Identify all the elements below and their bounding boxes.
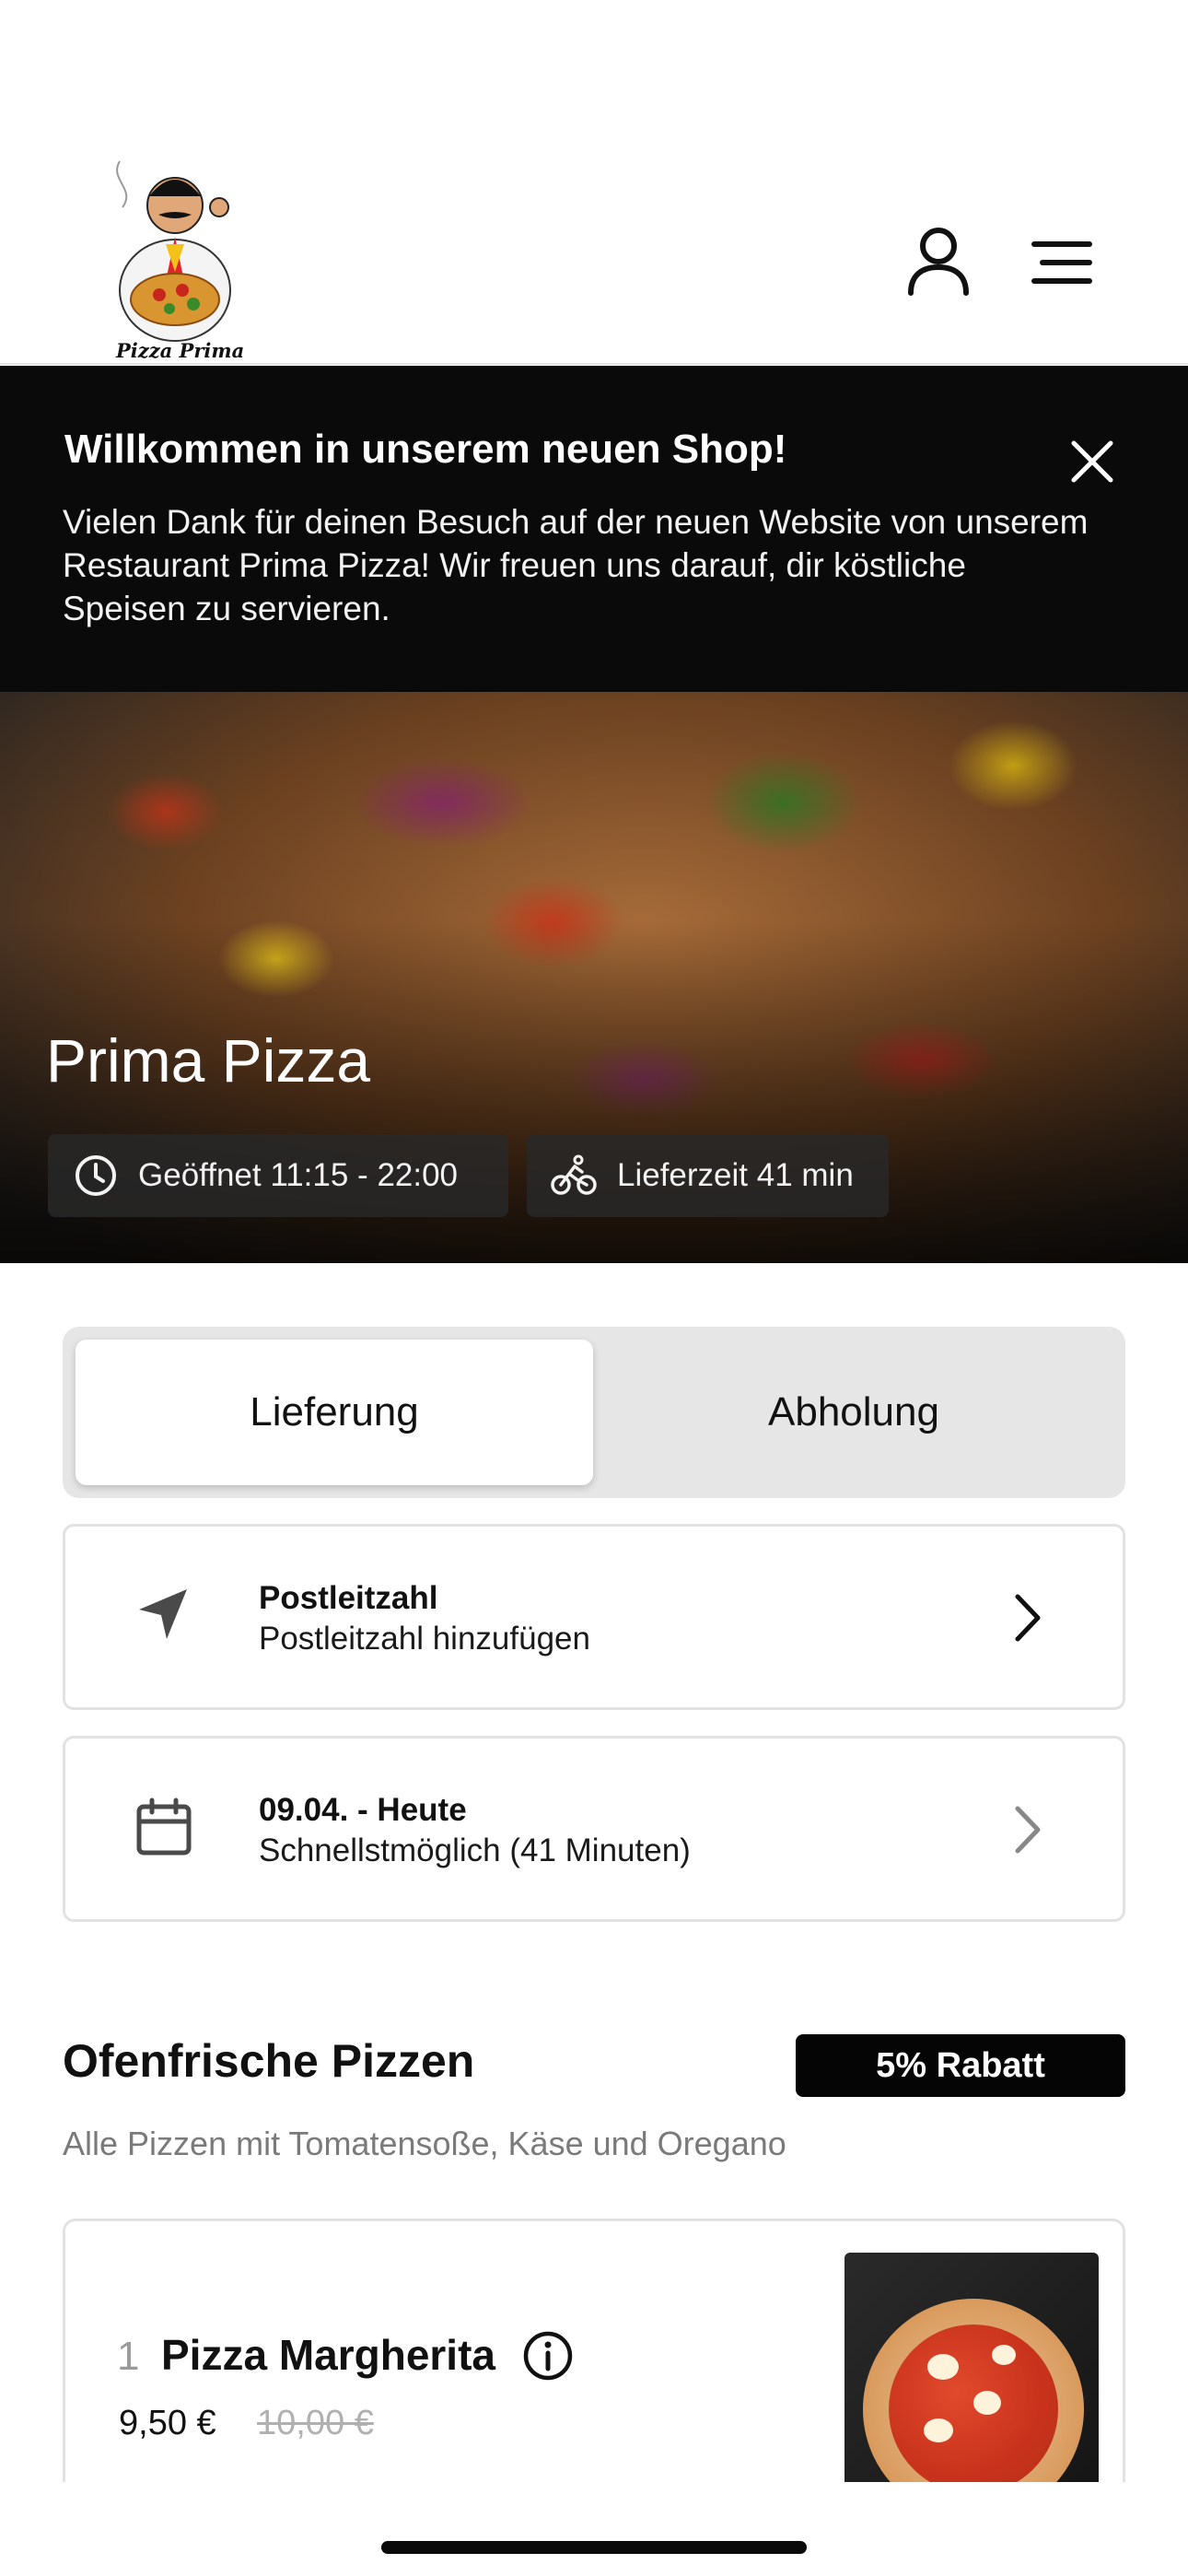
delivery-time-text: Lieferzeit 41 min [617, 1157, 854, 1193]
location-arrow-icon [135, 1586, 191, 1647]
banner-text: Vielen Dank für deinen Besuch auf der ne… [63, 503, 1089, 627]
bottom-safe-area [0, 2482, 1188, 2576]
user-icon[interactable] [906, 227, 971, 297]
zip-code-selector[interactable]: Postleitzahl Postleitzahl hinzufügen [63, 1524, 1125, 1710]
discount-badge: 5% Rabatt [796, 2034, 1125, 2097]
calendar-icon [135, 1797, 192, 1861]
product-price: 9,50 € [119, 2404, 216, 2442]
order-type-toggle: Lieferung Abholung [63, 1327, 1125, 1498]
restaurant-name: Prima Pizza [46, 1026, 371, 1095]
close-icon[interactable] [1068, 438, 1116, 486]
delivery-date-selector[interactable]: 09.04. - Heute Schnellstmöglich (41 Minu… [63, 1736, 1125, 1922]
hero-image: Prima Pizza Geöffnet 11:15 - 22:00 Liefe… [0, 692, 1188, 1263]
product-old-price: 10,00 € [257, 2404, 374, 2442]
product-number: 1 [117, 2334, 140, 2379]
chevron-right-icon [1012, 1593, 1043, 1647]
zip-card-subtitle: Postleitzahl hinzufügen [259, 1621, 590, 1657]
zip-card-title: Postleitzahl [259, 1580, 438, 1616]
tab-lieferung[interactable]: Lieferung [76, 1340, 593, 1485]
tab-abholung[interactable]: Abholung [595, 1340, 1112, 1485]
date-card-subtitle: Schnellstmöglich (41 Minuten) [259, 1832, 691, 1868]
clock-icon [76, 1155, 116, 1196]
logo-text: Pizza Prima [116, 339, 245, 362]
opening-hours-text: Geöffnet 11:15 - 22:00 [138, 1157, 459, 1193]
delivery-time-chip: Lieferzeit 41 min [527, 1134, 889, 1217]
bicycle-icon [551, 1154, 597, 1195]
welcome-banner: Willkommen in unserem neuen Shop! Vielen… [0, 366, 1188, 692]
logo[interactable] [109, 152, 247, 364]
category-subtitle: Alle Pizzen mit Tomatensoße, Käse und Or… [63, 2125, 786, 2162]
info-icon[interactable] [522, 2330, 574, 2386]
date-card-title: 09.04. - Heute [259, 1792, 467, 1828]
chevron-right-icon [1012, 1805, 1043, 1859]
banner-title: Willkommen in unserem neuen Shop! [64, 427, 787, 472]
product-name: Pizza Margherita [161, 2331, 495, 2379]
home-indicator[interactable] [381, 2541, 807, 2554]
header: Pizza Prima [0, 0, 1188, 365]
menu-icon[interactable] [1031, 240, 1092, 286]
category-title: Ofenfrische Pizzen [63, 2035, 475, 2087]
opening-hours-chip: Geöffnet 11:15 - 22:00 [48, 1134, 508, 1217]
